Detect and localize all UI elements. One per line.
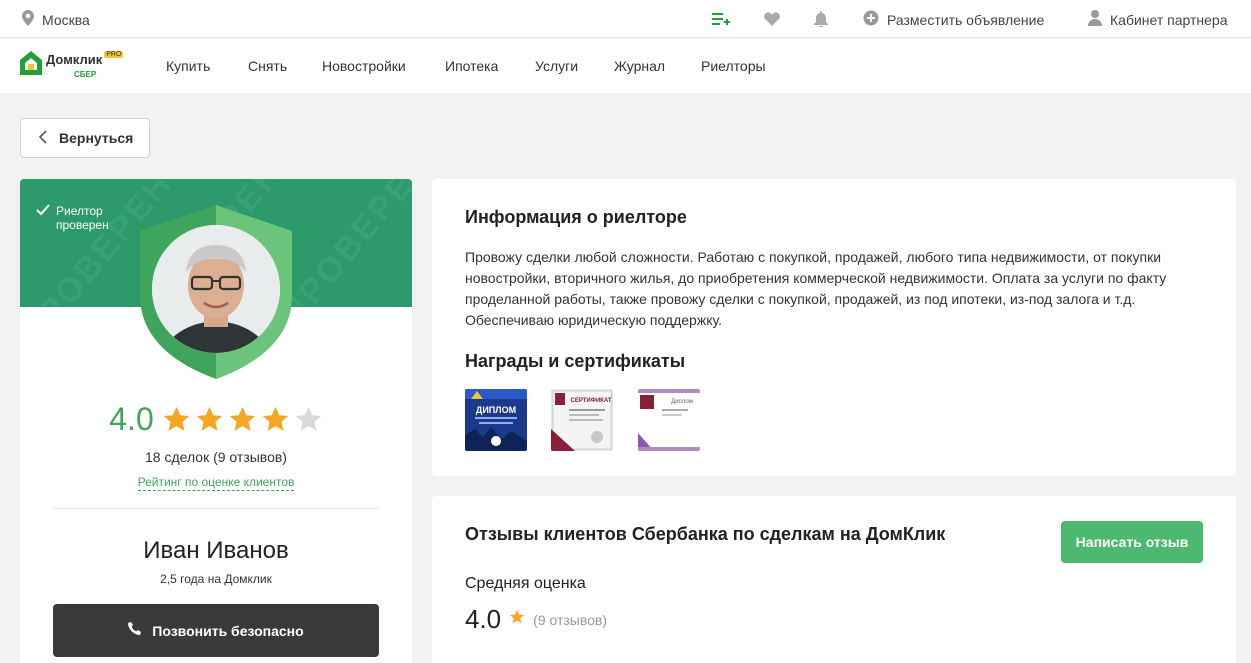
check-icon xyxy=(36,204,50,232)
nav-services[interactable]: Услуги xyxy=(535,58,578,74)
compare-list-icon[interactable] xyxy=(712,10,730,28)
nav-buy[interactable]: Купить xyxy=(166,58,210,74)
location-pin-icon xyxy=(22,10,34,29)
back-label: Вернуться xyxy=(59,130,134,146)
nav-new-buildings[interactable]: Новостройки xyxy=(322,58,406,74)
verified-line2: проверен xyxy=(56,218,109,232)
star-filled-icon xyxy=(196,406,222,431)
star-filled-icon xyxy=(262,406,288,431)
nav-journal[interactable]: Журнал xyxy=(614,58,665,74)
reviews-card: Отзывы клиентов Сбербанка по сделкам на … xyxy=(432,496,1236,663)
rating-info-label: Рейтинг по оценке клиентов xyxy=(137,475,295,491)
rating-row: 4.0 xyxy=(20,401,412,438)
realtor-info-card: Информация о риелторе Провожу сделки люб… xyxy=(432,179,1236,476)
reviews-title: Отзывы клиентов Сбербанка по сделкам на … xyxy=(465,524,946,544)
info-description: Провожу сделки любой сложности. Работаю … xyxy=(465,249,1167,328)
star-icon xyxy=(509,609,525,630)
post-ad-link[interactable]: Разместить объявление xyxy=(863,10,1044,29)
nav-realtors[interactable]: Риелторы xyxy=(701,58,766,74)
notifications-bell-icon[interactable] xyxy=(812,10,830,28)
call-label: Позвонить безопасно xyxy=(152,622,304,639)
back-button[interactable]: Вернуться xyxy=(20,118,150,158)
realtor-tenure: 2,5 года на Домклик xyxy=(160,572,272,586)
logo-sber: СБЕР xyxy=(74,70,97,79)
plus-circle-icon xyxy=(863,10,879,29)
banner-watermark: ПРОВЕРЕН xyxy=(273,179,412,307)
award-certificate-label: СЕРТИФИКАТ xyxy=(570,398,611,404)
award-certificate[interactable]: СЕРТИФИКАТ xyxy=(551,389,613,451)
domclick-logo[interactable]: Домклик PRO СБЕР xyxy=(20,51,124,79)
partner-cabinet-label: Кабинет партнера xyxy=(1110,11,1228,28)
city-selector[interactable]: Москва xyxy=(22,10,90,29)
realtor-name: Иван Иванов xyxy=(143,537,289,564)
nav-mortgage[interactable]: Ипотека xyxy=(445,58,498,74)
star-empty-icon xyxy=(295,406,321,431)
average-rating-label: Средняя оценка xyxy=(465,575,586,592)
city-label: Москва xyxy=(42,11,90,28)
write-review-button[interactable]: Написать отзыв xyxy=(1061,521,1203,563)
award-diploma-label: ДИПЛОМ xyxy=(476,405,516,415)
awards-title: Награды и сертификаты xyxy=(465,351,686,371)
favorites-heart-icon[interactable] xyxy=(763,10,781,28)
realtor-profile-card: ПРОВЕРЕН ПРОВЕРЕН ПРОВЕРЕН Риелторпровер… xyxy=(20,179,412,663)
average-rating-value: 4.0 xyxy=(465,604,502,634)
partner-cabinet-link[interactable]: Кабинет партнера xyxy=(1088,10,1227,29)
verified-badge: Риелтор проверен xyxy=(36,204,109,232)
phone-icon xyxy=(128,622,142,639)
star-filled-icon xyxy=(163,406,189,431)
top-bar: Москва Разместить объявление Кабинет пар… xyxy=(0,0,1251,38)
award-diploma-2-label: Диплом xyxy=(671,399,693,405)
user-icon xyxy=(1088,10,1102,29)
average-rating-row: 4.0 (9 отзывов) xyxy=(465,604,607,635)
call-button[interactable]: Позвонить безопасно xyxy=(53,604,379,657)
chevron-left-icon xyxy=(38,129,47,147)
logo-pro-badge: PRO xyxy=(104,51,124,58)
star-filled-icon xyxy=(229,406,255,431)
verified-line1: Риелтор xyxy=(56,204,103,218)
post-ad-label: Разместить объявление xyxy=(887,11,1045,28)
rating-value: 4.0 xyxy=(109,401,154,437)
nav-rent[interactable]: Снять xyxy=(248,58,287,74)
logo-name: Домклик xyxy=(46,52,103,67)
info-title: Информация о риелторе xyxy=(465,207,687,227)
deals-count: 18 сделок (9 отзывов) xyxy=(145,449,287,465)
rating-info-link[interactable]: Рейтинг по оценке клиентов xyxy=(20,475,412,491)
award-diploma[interactable]: ДИПЛОМ xyxy=(465,389,527,451)
divider xyxy=(53,508,379,509)
award-diploma-2[interactable]: Диплом xyxy=(638,389,700,451)
average-rating-count: (9 отзывов) xyxy=(533,611,608,628)
main-nav: Домклик PRO СБЕР Купить Снять Новостройки… xyxy=(0,39,1251,93)
avatar-shield xyxy=(138,203,294,384)
house-logo-icon xyxy=(20,51,42,75)
